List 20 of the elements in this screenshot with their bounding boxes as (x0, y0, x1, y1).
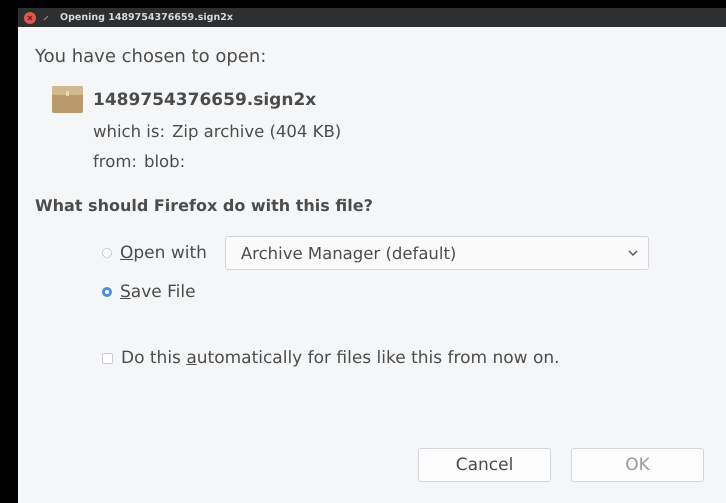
resize-icon[interactable] (42, 14, 50, 22)
detail-label: from: (93, 151, 137, 173)
question-text: What should Firefox do with this file? (35, 196, 374, 215)
dialog-button[interactable]: Cancel (418, 448, 551, 482)
radio-button[interactable] (102, 248, 112, 258)
option-label[interactable]: Save File (120, 282, 196, 302)
chevron-icon (628, 250, 638, 256)
radio-button[interactable] (102, 287, 112, 297)
detail-value: blob: (144, 151, 186, 173)
close-icon[interactable] (24, 12, 36, 24)
detail-value: Zip archive (404 KB) (172, 121, 342, 143)
package-icon (52, 86, 83, 113)
intro-text: You have chosen to open: (35, 45, 268, 69)
detail-label: which is: (93, 121, 166, 143)
checkbox[interactable] (102, 352, 113, 364)
option-label[interactable]: Open with (120, 243, 207, 263)
window-title: Opening 1489754376659.sign2x (60, 12, 233, 23)
checkbox-label[interactable]: Do this automatically for files like this from now on. (121, 348, 560, 368)
application-dropdown[interactable]: Archive Manager (default) (224, 236, 649, 270)
file-name: 1489754376659.sign2x (93, 90, 316, 110)
